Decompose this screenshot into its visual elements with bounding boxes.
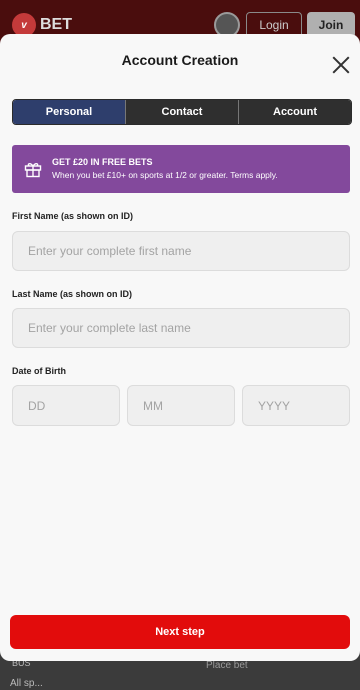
first-name-label: First Name (as shown on ID) xyxy=(12,211,134,221)
dob-day-input[interactable] xyxy=(12,385,120,426)
promo-title: GET £20 IN FREE BETS xyxy=(52,157,153,167)
step-tabs: Personal Contact Account xyxy=(12,99,352,125)
dob-month-input[interactable] xyxy=(127,385,235,426)
gift-icon xyxy=(24,163,42,178)
next-step-button[interactable]: Next step xyxy=(10,615,350,649)
tab-account[interactable]: Account xyxy=(238,100,351,124)
promo-banner: GET £20 IN FREE BETS When you bet £10+ o… xyxy=(12,145,350,193)
place-bet-label: Place bet xyxy=(206,660,248,671)
dob-year-input[interactable] xyxy=(242,385,350,426)
first-name-input[interactable] xyxy=(12,231,350,271)
bottom-left-label-2: All sp... xyxy=(10,678,43,689)
dob-label: Date of Birth xyxy=(12,366,66,376)
last-name-input[interactable] xyxy=(12,308,350,348)
last-name-label: Last Name (as shown on ID) xyxy=(12,289,133,299)
promo-subtitle: When you bet £10+ on sports at 1/2 or gr… xyxy=(52,170,278,180)
account-creation-modal: Account Creation Personal Contact Accoun… xyxy=(0,34,360,661)
tab-personal[interactable]: Personal xyxy=(13,100,125,124)
brand-name: BET xyxy=(40,16,72,33)
tab-contact[interactable]: Contact xyxy=(125,100,238,124)
close-icon[interactable] xyxy=(330,54,352,76)
modal-title: Account Creation xyxy=(121,52,239,68)
